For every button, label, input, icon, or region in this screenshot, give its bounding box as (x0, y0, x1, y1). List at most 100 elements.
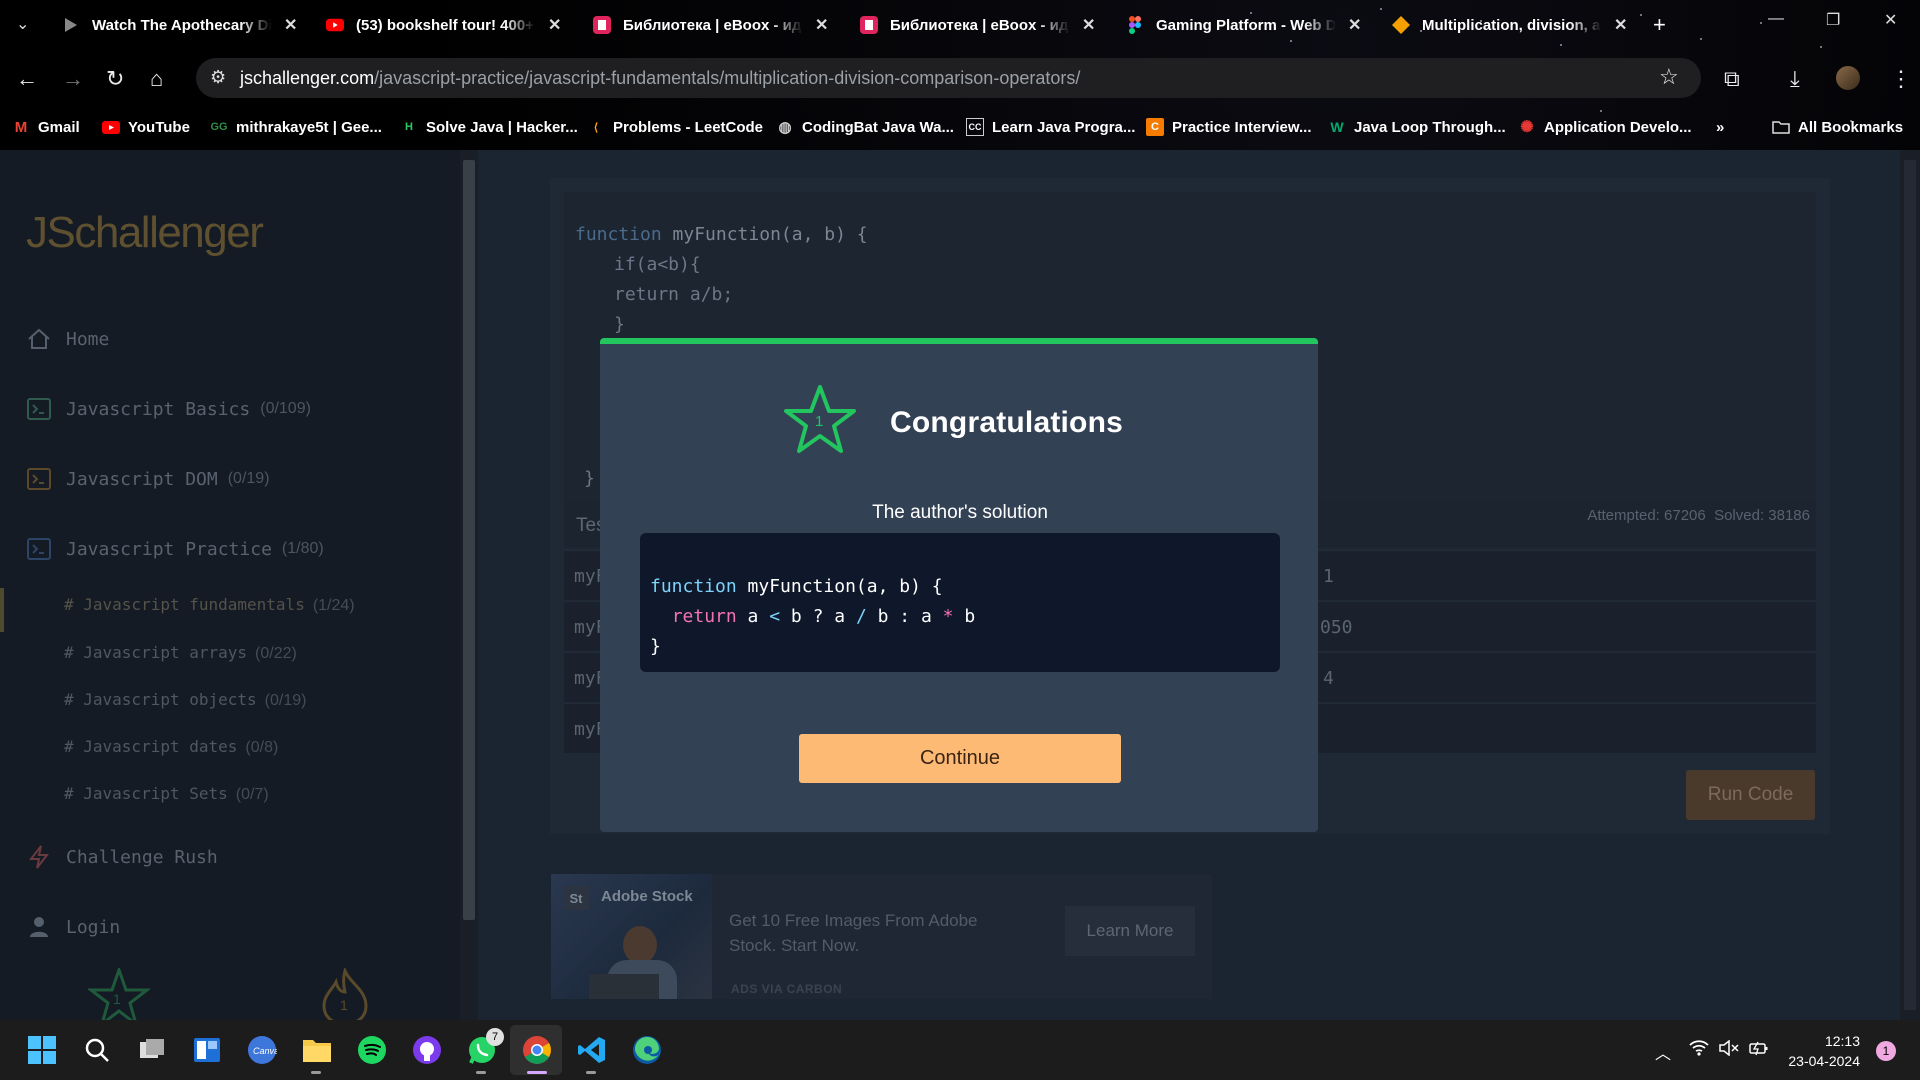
sidebar-subitem-objects[interactable]: # Javascript objects (0/19) (64, 690, 306, 710)
sidebar-item-label: Challenge Rush (66, 846, 218, 868)
sidebar-scrollbar-thumb[interactable] (463, 160, 475, 920)
sidebar-item-javascript-basics[interactable]: Javascript Basics (0/109) (26, 396, 311, 422)
file-explorer-icon[interactable] (301, 1034, 333, 1066)
tab-search-button[interactable]: ⌄ (16, 14, 29, 34)
ad-image[interactable]: St Adobe Stock (551, 874, 712, 999)
system-clock[interactable]: 12:13 23-04-2024 (1780, 1031, 1860, 1071)
tab-multiplication-active[interactable]: Multiplication, division, ar ✕ (1392, 8, 1627, 42)
sidebar-item-challenge-rush[interactable]: Challenge Rush (26, 844, 218, 870)
sidebar-item-label: Javascript Basics (66, 398, 251, 420)
bookmark-geeksforgeeks[interactable]: GG mithrakaye5t | Gee... (210, 116, 382, 138)
forward-icon[interactable]: → (62, 66, 84, 92)
ad-via-carbon[interactable]: ADS VIA CARBON (731, 982, 842, 996)
all-bookmarks[interactable]: All Bookmarks (1772, 116, 1903, 138)
spotify-icon[interactable] (356, 1034, 388, 1066)
learn-more-button[interactable]: Learn More (1065, 906, 1195, 956)
home-icon[interactable]: ⌂ (150, 66, 163, 92)
bookmarks-overflow-icon[interactable]: » (1716, 116, 1724, 138)
sidebar-subitem-arrays[interactable]: # Javascript arrays (0/22) (64, 643, 297, 663)
sidebar-item-home[interactable]: Home (26, 326, 109, 352)
menu-icon[interactable]: ⋮ (1890, 66, 1912, 92)
globe-icon: ◍ (778, 119, 792, 136)
close-icon[interactable]: ✕ (1082, 15, 1095, 35)
continue-button[interactable]: Continue (799, 734, 1121, 783)
search-icon[interactable] (81, 1034, 113, 1066)
bookmark-codingbat[interactable]: ◍ CodingBat Java Wa... (776, 116, 954, 138)
chrome-icon[interactable] (521, 1034, 553, 1066)
active-indicator (0, 588, 4, 632)
tab-eboox-2[interactable]: Библиотека | eBoox - иде ✕ (860, 8, 1095, 42)
sidebar-item-javascript-practice[interactable]: Javascript Practice (1/80) (26, 536, 324, 562)
battery-icon[interactable] (1749, 1040, 1769, 1061)
youtube-icon (326, 16, 344, 34)
bookmark-java-loop[interactable]: W Java Loop Through... (1328, 116, 1505, 138)
whatsapp-icon[interactable]: 7 (466, 1028, 504, 1066)
edge-icon[interactable] (631, 1034, 663, 1066)
bookmark-learn-java[interactable]: CC Learn Java Progra... (966, 116, 1135, 138)
minimize-icon[interactable]: — (1768, 10, 1784, 28)
page-scrollbar-thumb[interactable] (1904, 160, 1916, 1010)
sidebar-subitem-sets[interactable]: # Javascript Sets (0/7) (64, 784, 269, 804)
close-icon[interactable]: ✕ (1348, 15, 1361, 35)
site-logo[interactable]: JSchallenger (26, 208, 264, 258)
ad-text[interactable]: Get 10 Free Images From Adobe Stock. Sta… (729, 908, 999, 958)
progress-count: (0/109) (260, 400, 311, 417)
tab-eboox-1[interactable]: Библиотека | eBoox - иде ✕ (593, 8, 828, 42)
run-code-button[interactable]: Run Code (1686, 770, 1815, 820)
tab-title: Multiplication, division, ar (1422, 16, 1602, 34)
tab-title: Gaming Platform - Web D (1156, 16, 1336, 34)
terminal-icon (26, 536, 52, 562)
volume-muted-icon[interactable] (1719, 1039, 1739, 1061)
widgets-icon[interactable] (191, 1034, 223, 1066)
bookmark-hackerrank[interactable]: H Solve Java | Hacker... (400, 116, 578, 138)
bookmark-practice-interview[interactable]: C Practice Interview... (1146, 116, 1312, 138)
sidebar-subitem-dates[interactable]: # Javascript dates (0/8) (64, 737, 278, 757)
bookmark-star-icon[interactable]: ☆ (1659, 64, 1679, 90)
sidebar-subitem-fundamentals[interactable]: # Javascript fundamentals (1/24) (64, 595, 355, 615)
tab-title: (53) bookshelf tour! 400+ (356, 16, 534, 34)
folder-icon (1772, 118, 1790, 136)
reload-icon[interactable]: ↻ (106, 66, 124, 92)
tab-gaming-platform[interactable]: Gaming Platform - Web D ✕ (1126, 8, 1361, 42)
terminal-icon (26, 466, 52, 492)
flame-badge: 1 (318, 966, 372, 1020)
vscode-icon[interactable] (576, 1034, 608, 1066)
challenge-stats: Attempted: 67206 Solved: 38186 (1587, 507, 1810, 524)
back-icon[interactable]: ← (16, 66, 38, 92)
close-icon[interactable]: ✕ (815, 15, 828, 35)
close-window-icon[interactable]: ✕ (1884, 10, 1897, 30)
close-icon[interactable]: ✕ (548, 15, 561, 35)
sidebar-item-javascript-dom[interactable]: Javascript DOM (0/19) (26, 466, 270, 492)
github-icon[interactable] (411, 1034, 443, 1066)
address-bar[interactable]: ⚙ jschallenger.com/javascript-practice/j… (196, 58, 1701, 98)
progress-count: (0/19) (227, 470, 270, 487)
hackerrank-icon: H (405, 121, 413, 133)
running-indicator (476, 1071, 486, 1074)
new-tab-button[interactable]: + (1653, 12, 1666, 38)
sidebar-item-login[interactable]: Login (26, 914, 120, 940)
bookmark-youtube[interactable]: YouTube (102, 116, 190, 138)
tab-apothecary[interactable]: Watch The Apothecary Di ✕ (62, 8, 297, 42)
download-icon[interactable]: ⤓ (1790, 66, 1800, 92)
eboox-icon (860, 16, 878, 34)
close-icon[interactable]: ✕ (1614, 15, 1627, 35)
whatsapp-badge: 7 (486, 1028, 504, 1046)
task-view-icon[interactable] (136, 1034, 168, 1066)
notification-badge[interactable]: 1 (1876, 1041, 1896, 1061)
bookmark-application-develo[interactable]: ✺ Application Develo... (1518, 116, 1691, 138)
close-icon[interactable]: ✕ (284, 15, 297, 35)
windows-start-icon[interactable] (26, 1034, 58, 1066)
oracle-icon: ✺ (1520, 119, 1534, 136)
cc-icon: CC (966, 118, 984, 136)
show-hidden-icons[interactable]: ︿ (1655, 1040, 1671, 1064)
restore-icon[interactable]: ❐ (1826, 10, 1840, 30)
canva-icon[interactable]: Canva (246, 1034, 278, 1066)
profile-avatar[interactable] (1836, 66, 1860, 90)
bookmark-gmail[interactable]: M Gmail (12, 116, 80, 138)
tab-bookshelf[interactable]: (53) bookshelf tour! 400+ ✕ (326, 8, 561, 42)
extensions-icon[interactable]: ⧉ (1724, 66, 1740, 92)
site-info-icon[interactable]: ⚙ (210, 67, 226, 88)
wifi-icon[interactable] (1689, 1040, 1709, 1061)
bookmark-leetcode[interactable]: ⟨ Problems - LeetCode (587, 116, 763, 138)
star-achievement-count: 1 (815, 413, 824, 430)
